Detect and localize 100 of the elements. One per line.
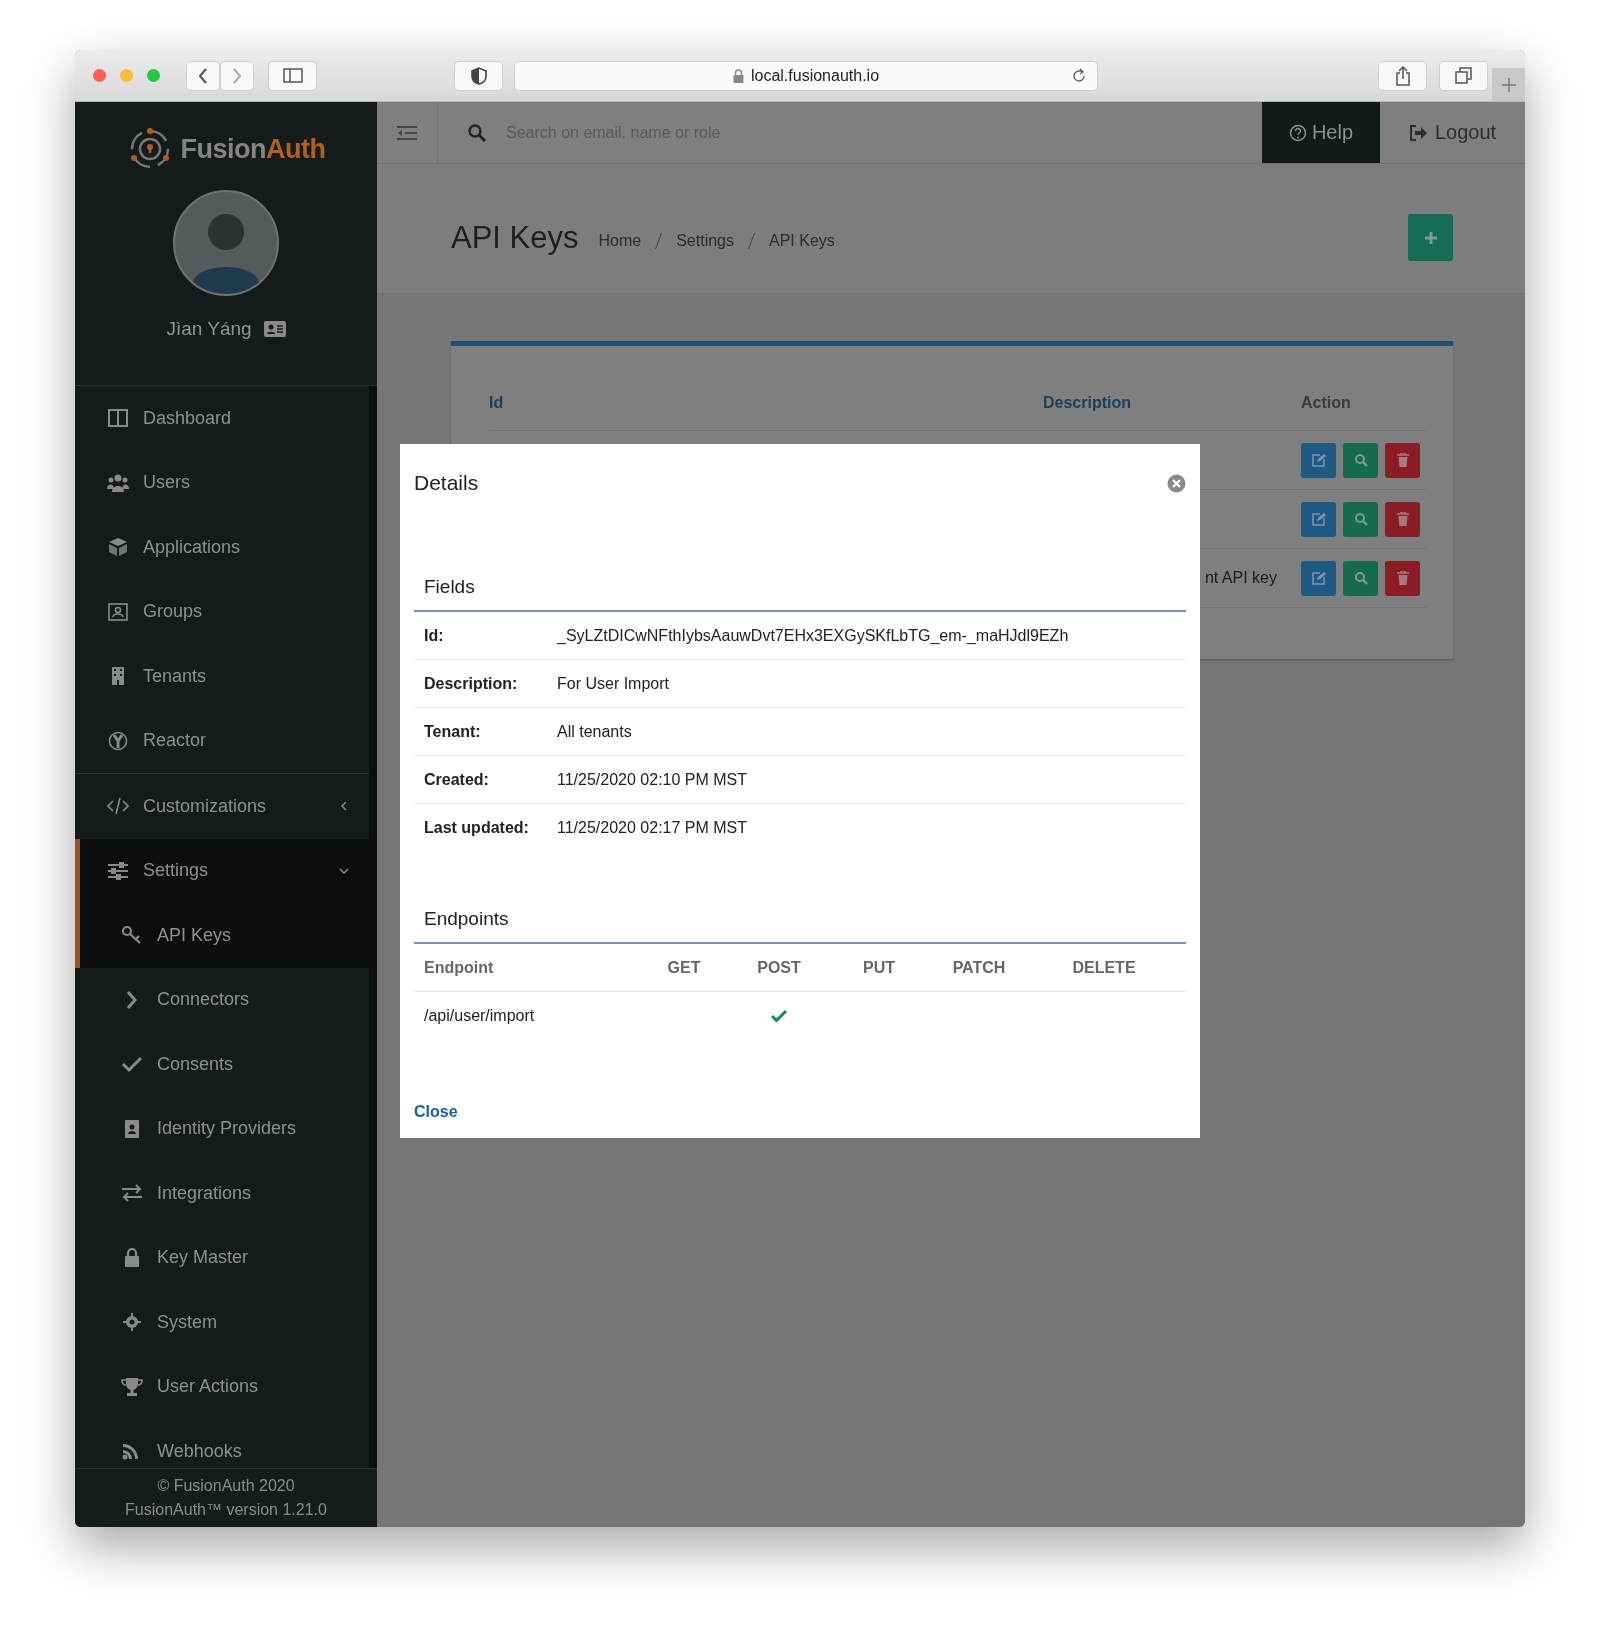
trophy-icon <box>121 1376 143 1397</box>
forward-icon <box>232 67 242 84</box>
address-bar[interactable]: local.fusionauth.io <box>514 60 1098 91</box>
help-button[interactable]: Help <box>1262 102 1380 163</box>
share-button[interactable] <box>1378 60 1427 91</box>
sliders-icon <box>107 860 129 881</box>
table-cell: nt API key <box>1204 569 1277 586</box>
sidebar-toggle-button[interactable] <box>268 60 317 91</box>
field-label: Created: <box>424 770 490 789</box>
delete-button[interactable] <box>1385 560 1420 596</box>
trash-icon <box>1396 571 1409 585</box>
sidebar-item[interactable]: System <box>75 1290 369 1355</box>
breadcrumb-link[interactable]: Home <box>598 231 642 250</box>
field-value: For User Import <box>557 674 669 693</box>
section-heading: Endpoints <box>423 907 510 931</box>
reload-icon[interactable] <box>1071 67 1087 84</box>
shield-button[interactable] <box>454 60 503 91</box>
lock-icon <box>732 68 744 83</box>
sidebar-item[interactable]: Settings <box>75 838 369 903</box>
sidebar-item[interactable]: API Keys <box>75 903 369 968</box>
breadcrumb-link[interactable]: API Keys <box>769 231 835 250</box>
help-icon <box>1288 123 1307 142</box>
cube-icon <box>107 537 129 558</box>
delete-button[interactable] <box>1385 442 1420 478</box>
sidebar-item[interactable]: Webhooks <box>75 1419 369 1468</box>
caret-icon <box>339 801 349 812</box>
field-value: 11/25/2020 02:17 PM MST <box>557 818 748 837</box>
new-tab-button[interactable] <box>1492 68 1525 101</box>
id-card-icon[interactable] <box>263 321 286 337</box>
page-title: API Keys <box>451 219 579 256</box>
field-label: Id: <box>424 626 445 645</box>
view-button[interactable] <box>1343 501 1378 537</box>
edit-icon <box>1311 453 1326 467</box>
menu-icon <box>397 124 417 141</box>
search-icon <box>1353 512 1368 526</box>
shield-icon <box>470 66 487 85</box>
column-header: Action <box>1301 394 1352 412</box>
arrows-icon <box>121 1183 143 1204</box>
endpoint-path: /api/user/import <box>424 1006 536 1025</box>
sidebar-item[interactable]: User Actions <box>75 1354 369 1419</box>
edit-icon <box>1311 571 1326 585</box>
back-icon <box>198 67 208 84</box>
field-label: Tenant: <box>424 722 482 741</box>
edit-button[interactable] <box>1301 501 1336 537</box>
check-icon <box>121 1054 143 1075</box>
column-header: POST <box>756 958 802 977</box>
column-header: PATCH <box>951 958 1007 977</box>
column-header: Endpoint <box>424 958 495 977</box>
dash-icon <box>107 408 129 429</box>
sidebar-item[interactable]: Users <box>75 450 369 515</box>
logout-button[interactable]: Logout <box>1380 102 1525 163</box>
edit-button[interactable] <box>1301 560 1336 596</box>
column-header: DELETE <box>1071 958 1137 977</box>
tabs-button[interactable] <box>1439 60 1488 91</box>
plus-icon <box>1501 77 1516 92</box>
sidebar-item[interactable]: Connectors <box>75 967 369 1032</box>
close-link[interactable]: Close <box>414 1103 458 1121</box>
close-window-icon[interactable] <box>93 69 106 82</box>
sidebar-item[interactable]: Integrations <box>75 1161 369 1226</box>
column-header: GET <box>666 958 702 977</box>
sidebar-item[interactable]: Reactor <box>75 708 369 773</box>
view-button[interactable] <box>1343 560 1378 596</box>
footer-text: FusionAuth™ version 1.21.0 <box>125 1500 327 1520</box>
back-button[interactable] <box>186 60 220 91</box>
search-icon <box>468 123 486 142</box>
edit-button[interactable] <box>1301 442 1336 478</box>
field-value: 11/25/2020 02:10 PM MST <box>557 770 748 789</box>
field-label: Last updated: <box>424 818 530 837</box>
search-icon <box>1353 571 1368 585</box>
sidebar-item[interactable]: Key Master <box>75 1225 369 1290</box>
sidebar-item[interactable]: Customizations <box>75 774 369 839</box>
field-value: All tenants <box>557 722 632 741</box>
sidebar-item[interactable]: Groups <box>75 579 369 644</box>
sidebar-item[interactable]: Dashboard <box>75 386 369 451</box>
dialog-title: Details <box>414 471 479 495</box>
view-button[interactable] <box>1343 442 1378 478</box>
add-button[interactable] <box>1408 214 1453 261</box>
code-icon <box>107 796 129 817</box>
close-icon[interactable] <box>1167 473 1186 493</box>
edit-icon <box>1311 512 1326 526</box>
sidebar-item[interactable]: Applications <box>75 515 369 580</box>
section-heading: Fields <box>423 575 476 599</box>
delete-button[interactable] <box>1385 501 1420 537</box>
trash-icon <box>1396 453 1409 467</box>
user-name: Jìan Yáng <box>166 318 252 340</box>
sidebar-icon <box>282 68 303 83</box>
plus-icon <box>1423 230 1438 245</box>
tabs-icon <box>1455 67 1472 84</box>
sidebar-item[interactable]: Consents <box>75 1032 369 1097</box>
field-label: Description: <box>424 674 519 693</box>
zoom-window-icon[interactable] <box>147 69 160 82</box>
sidebar-item[interactable]: Identity Providers <box>75 1096 369 1161</box>
breadcrumb-link[interactable]: Settings <box>676 231 734 250</box>
trash-icon <box>1396 512 1409 526</box>
share-icon <box>1394 65 1411 86</box>
search-icon <box>1353 453 1368 467</box>
column-header: PUT <box>862 958 896 977</box>
minimize-window-icon[interactable] <box>120 69 133 82</box>
field-value: _SyLZtDICwNFthIybsAauwDvt7EHx3EXGySKfLbTG_em-_maHJdl9EZh <box>557 626 1069 645</box>
sidebar-item[interactable]: Tenants <box>75 644 369 709</box>
